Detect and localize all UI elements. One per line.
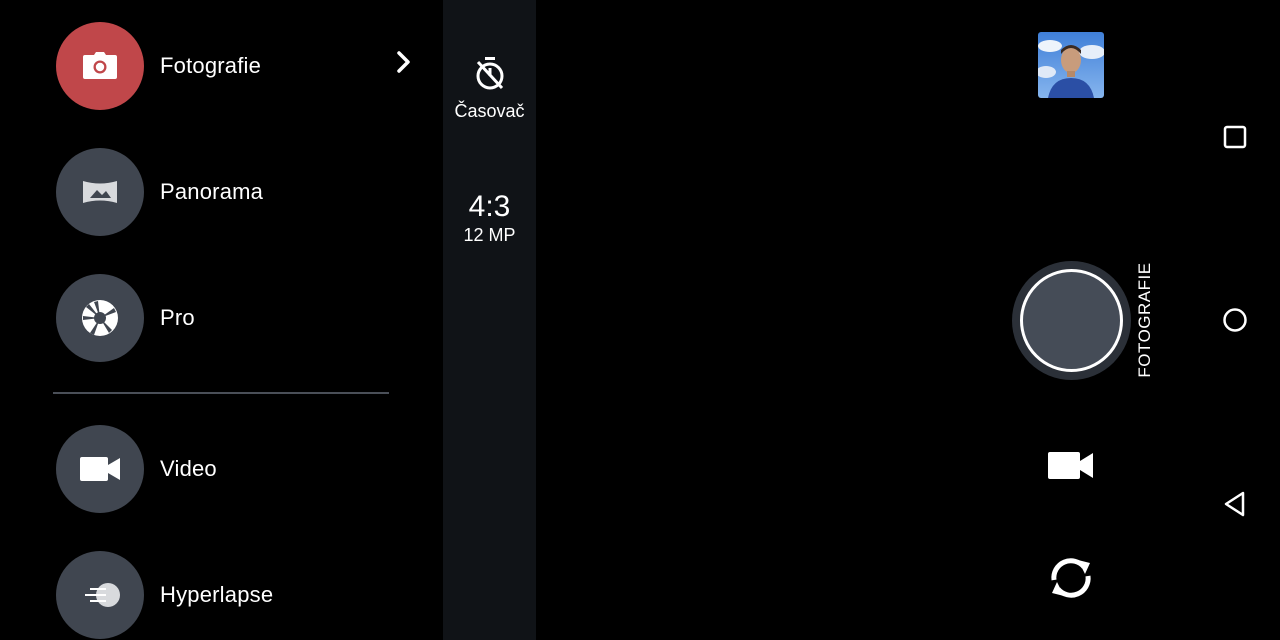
- chevron-right-icon: [396, 50, 412, 79]
- back-button[interactable]: [1222, 490, 1248, 523]
- mode-item-hyperlapse[interactable]: Hyperlapse: [56, 551, 436, 639]
- shutter-inner-ring: [1020, 269, 1123, 372]
- aperture-icon: [56, 274, 144, 362]
- mode-label: Fotografie: [160, 53, 262, 78]
- system-nav-bar: [1190, 0, 1280, 640]
- home-icon: [1222, 308, 1248, 337]
- divider: [53, 392, 389, 394]
- video-camera-icon: [56, 425, 144, 513]
- camera-icon: [56, 22, 144, 110]
- mode-item-fotografie[interactable]: Fotografie: [56, 22, 436, 110]
- home-button[interactable]: [1222, 307, 1248, 338]
- mode-label: Pro: [160, 305, 195, 330]
- panorama-icon: [56, 148, 144, 236]
- mode-label: Video: [160, 456, 217, 481]
- mode-drawer: Fotografie Panorama Pro Video Hyperlapse: [0, 0, 443, 640]
- settings-column: Časovač 4:3 12 MP: [443, 0, 536, 640]
- recents-button[interactable]: [1222, 124, 1248, 155]
- video-record-button[interactable]: [1046, 448, 1094, 487]
- timer-button[interactable]: Časovač: [443, 56, 536, 122]
- video-camera-icon: [1046, 452, 1094, 486]
- mode-label: Hyperlapse: [160, 582, 274, 607]
- mode-label: Panorama: [160, 179, 264, 204]
- mode-item-panorama[interactable]: Panorama: [56, 148, 436, 236]
- resolution-value: 12 MP: [463, 225, 516, 245]
- timer-off-icon: [474, 56, 506, 97]
- timer-label: Časovač: [454, 101, 525, 121]
- aspect-ratio-value: 4:3: [468, 190, 511, 223]
- mode-item-pro[interactable]: Pro: [56, 274, 436, 362]
- camera-app: Fotografie Panorama Pro Video Hyperlapse…: [0, 0, 1280, 640]
- mode-item-video[interactable]: Video: [56, 425, 436, 513]
- shutter-button[interactable]: [1012, 261, 1131, 380]
- aspect-ratio-button[interactable]: 4:3 12 MP: [443, 190, 536, 246]
- back-icon: [1222, 491, 1248, 522]
- current-mode-label: FOTOGRAFIE: [1135, 262, 1154, 378]
- switch-camera-icon: [1044, 558, 1098, 606]
- last-photo-thumbnail[interactable]: [1038, 32, 1104, 98]
- hyperlapse-icon: [56, 551, 144, 639]
- switch-camera-button[interactable]: [1044, 554, 1098, 607]
- recents-icon: [1222, 125, 1248, 154]
